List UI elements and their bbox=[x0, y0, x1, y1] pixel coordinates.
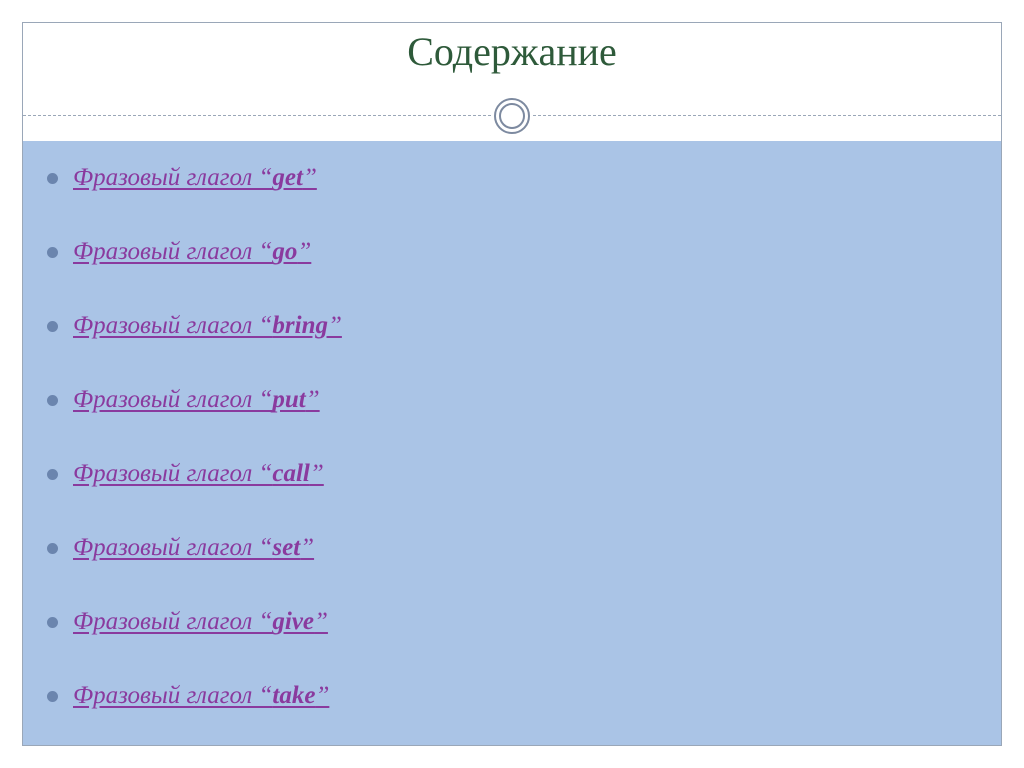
link-word: give bbox=[272, 608, 314, 635]
toc-link-get[interactable]: Фразовый глагол “get” bbox=[73, 164, 317, 191]
toc-link-take[interactable]: Фразовый глагол “take” bbox=[73, 682, 329, 709]
link-word: bring bbox=[272, 312, 328, 339]
slide-title: Содержание bbox=[0, 28, 1024, 75]
toc-link-give[interactable]: Фразовый глагол “give” bbox=[73, 608, 328, 635]
toc-link-set[interactable]: Фразовый глагол “set” bbox=[73, 534, 314, 561]
list-item: Фразовый глагол “take” bbox=[43, 681, 981, 711]
link-prefix: Фразовый глагол “ bbox=[73, 386, 272, 413]
content-box: Фразовый глагол “get” Фразовый глагол “g… bbox=[23, 141, 1001, 745]
link-prefix: Фразовый глагол “ bbox=[73, 238, 272, 265]
list-item: Фразовый глагол “put” bbox=[43, 385, 981, 415]
link-prefix: Фразовый глагол “ bbox=[73, 460, 272, 487]
link-suffix: ” bbox=[297, 238, 311, 265]
link-word: put bbox=[272, 386, 305, 413]
toc-link-go[interactable]: Фразовый глагол “go” bbox=[73, 238, 311, 265]
link-word: set bbox=[272, 534, 300, 561]
list-item: Фразовый глагол “bring” bbox=[43, 311, 981, 341]
toc-link-bring[interactable]: Фразовый глагол “bring” bbox=[73, 312, 342, 339]
link-suffix: ” bbox=[300, 534, 314, 561]
link-suffix: ” bbox=[315, 682, 329, 709]
link-prefix: Фразовый глагол “ bbox=[73, 608, 272, 635]
link-suffix: ” bbox=[314, 608, 328, 635]
slide: Содержание Фразовый глагол “get” Фразовы… bbox=[0, 0, 1024, 768]
link-suffix: ” bbox=[310, 460, 324, 487]
list-item: Фразовый глагол “get” bbox=[43, 163, 981, 193]
link-word: take bbox=[272, 682, 315, 709]
link-prefix: Фразовый глагол “ bbox=[73, 164, 272, 191]
toc-link-put[interactable]: Фразовый глагол “put” bbox=[73, 386, 320, 413]
toc-link-call[interactable]: Фразовый глагол “call” bbox=[73, 460, 324, 487]
link-suffix: ” bbox=[328, 312, 342, 339]
list-item: Фразовый глагол “give” bbox=[43, 607, 981, 637]
link-word: go bbox=[272, 238, 297, 265]
toc-list: Фразовый глагол “get” Фразовый глагол “g… bbox=[43, 163, 981, 711]
link-prefix: Фразовый глагол “ bbox=[73, 534, 272, 561]
link-word: call bbox=[272, 460, 310, 487]
link-prefix: Фразовый глагол “ bbox=[73, 682, 272, 709]
ring-ornament-icon bbox=[492, 96, 532, 136]
link-suffix: ” bbox=[306, 386, 320, 413]
list-item: Фразовый глагол “call” bbox=[43, 459, 981, 489]
link-word: get bbox=[272, 164, 303, 191]
link-suffix: ” bbox=[303, 164, 317, 191]
list-item: Фразовый глагол “set” bbox=[43, 533, 981, 563]
list-item: Фразовый глагол “go” bbox=[43, 237, 981, 267]
link-prefix: Фразовый глагол “ bbox=[73, 312, 272, 339]
